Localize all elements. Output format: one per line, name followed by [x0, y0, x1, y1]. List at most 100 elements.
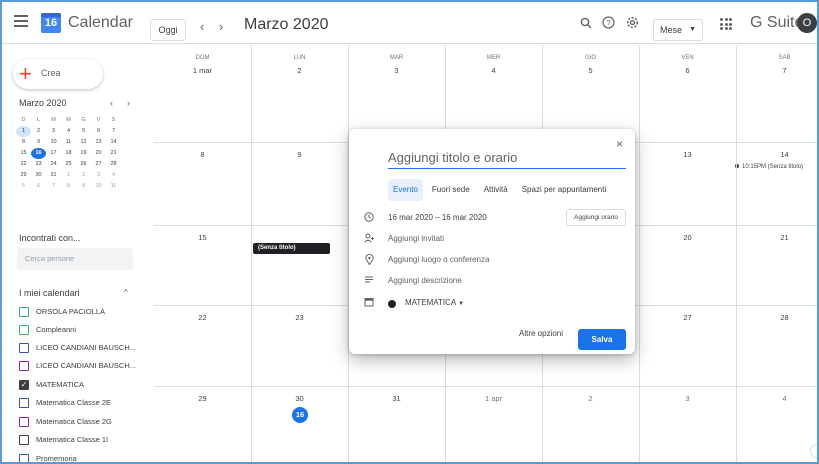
day-number[interactable]: 6 [639, 66, 736, 75]
add-guests-field[interactable]: Aggiungi invitati [388, 234, 444, 243]
day-number[interactable]: 7 [736, 66, 817, 75]
mini-day[interactable]: 29 [16, 170, 31, 181]
user-avatar[interactable]: O [797, 13, 817, 33]
day-number[interactable]: 3 [348, 66, 445, 75]
checkbox-icon[interactable] [19, 417, 29, 427]
tab-spazi-appuntamenti[interactable]: Spazi per appuntamenti [517, 179, 612, 201]
day-number[interactable]: 5 [542, 66, 639, 75]
checkbox-icon[interactable] [19, 361, 29, 371]
tab-fuori-sede[interactable]: Fuori sede [427, 179, 475, 201]
create-button[interactable]: + Crea [13, 59, 103, 89]
search-icon[interactable] [580, 16, 592, 32]
mini-day[interactable]: 18 [61, 148, 76, 159]
day-number[interactable]: 14 [736, 150, 817, 159]
mini-day[interactable]: 26 [76, 159, 91, 170]
settings-gear-icon[interactable] [626, 16, 639, 32]
mini-day[interactable]: 10 [91, 181, 106, 192]
checkbox-checked-icon[interactable]: ✓ [19, 380, 29, 390]
day-number[interactable]: 4 [445, 66, 542, 75]
mini-day[interactable]: 9 [31, 137, 46, 148]
prev-month-chevron-icon[interactable]: ‹ [200, 19, 204, 34]
mini-day[interactable]: 25 [61, 159, 76, 170]
mini-day[interactable]: 20 [91, 148, 106, 159]
add-location-field[interactable]: Aggiungi luogo o conferenza [388, 255, 489, 264]
event-title-input[interactable]: Aggiungi titolo e orario [388, 149, 626, 169]
side-panel-toggle[interactable] [810, 444, 817, 458]
main-menu-icon[interactable] [14, 15, 28, 27]
mini-day[interactable]: 15 [16, 148, 31, 159]
add-time-button[interactable]: Aggiungi orario [566, 209, 626, 226]
mini-day[interactable]: 24 [46, 159, 61, 170]
calendar-selector[interactable]: MATEMATICA ▼ [405, 298, 464, 307]
day-number[interactable]: 2 [251, 66, 348, 75]
day-number[interactable]: 29 [154, 394, 251, 403]
event-14-item[interactable]: 10:15PM (Senza titolo) [735, 164, 803, 170]
mini-day[interactable]: 17 [46, 148, 61, 159]
mini-day[interactable]: 19 [76, 148, 91, 159]
mini-day[interactable]: 5 [16, 181, 31, 192]
mini-day[interactable]: 10 [46, 137, 61, 148]
mini-day[interactable]: 1 [61, 170, 76, 181]
today-date-badge[interactable]: 16 [292, 407, 308, 423]
day-number[interactable]: 3 [639, 394, 736, 403]
checkbox-icon[interactable] [19, 435, 29, 445]
day-number[interactable]: 4 [736, 394, 817, 403]
view-selector[interactable]: Mese ▼ [653, 19, 703, 41]
mini-day[interactable]: 11 [106, 181, 121, 192]
mini-day[interactable]: 8 [16, 137, 31, 148]
mini-day[interactable]: 4 [61, 126, 76, 137]
more-options-button[interactable]: Altre opzioni [519, 329, 563, 338]
day-number[interactable]: 27 [639, 313, 736, 322]
mini-day[interactable]: 8 [61, 181, 76, 192]
day-number[interactable]: 8 [154, 150, 251, 159]
tab-attivita[interactable]: Attività [479, 179, 513, 201]
day-number[interactable]: 22 [154, 313, 251, 322]
mini-day[interactable]: 23 [31, 159, 46, 170]
collapse-chevron-icon[interactable]: ^ [124, 288, 128, 297]
day-number[interactable]: 15 [154, 233, 251, 242]
apps-grid-icon[interactable] [720, 18, 732, 30]
checkbox-icon[interactable] [19, 343, 29, 353]
day-number[interactable]: 1 mar [154, 66, 251, 75]
day-number[interactable]: 28 [736, 313, 817, 322]
mini-day[interactable]: 14 [106, 137, 121, 148]
mini-day[interactable]: 7 [46, 181, 61, 192]
mini-day[interactable]: 9 [76, 181, 91, 192]
day-number[interactable]: 31 [348, 394, 445, 403]
day-number[interactable]: 20 [639, 233, 736, 242]
draft-event-chip[interactable]: (Senza titolo) [253, 243, 330, 254]
mini-day[interactable]: 6 [31, 181, 46, 192]
tab-evento[interactable]: Evento [388, 179, 423, 201]
mini-day[interactable]: 28 [106, 159, 121, 170]
next-month-chevron-icon[interactable]: › [219, 19, 223, 34]
mini-day[interactable]: 3 [91, 170, 106, 181]
mini-day[interactable]: 7 [106, 126, 121, 137]
mini-day[interactable]: 2 [76, 170, 91, 181]
mini-day[interactable]: 31 [46, 170, 61, 181]
mini-day[interactable]: 3 [46, 126, 61, 137]
day-number[interactable]: 21 [736, 233, 817, 242]
mini-day[interactable]: 6 [91, 126, 106, 137]
mini-day[interactable]: 13 [91, 137, 106, 148]
mini-day[interactable]: 21 [106, 148, 121, 159]
checkbox-icon[interactable] [19, 454, 29, 462]
mini-day[interactable]: 5 [76, 126, 91, 137]
mini-day[interactable]: 16 [31, 148, 46, 159]
mini-day[interactable]: 4 [106, 170, 121, 181]
mini-prev-chevron-icon[interactable]: ‹ [110, 98, 113, 108]
mini-day[interactable]: 27 [91, 159, 106, 170]
day-number[interactable]: 23 [251, 313, 348, 322]
checkbox-icon[interactable] [19, 307, 29, 317]
search-people-input[interactable]: Cerca persone [17, 248, 133, 270]
mini-day[interactable]: 11 [61, 137, 76, 148]
mini-day[interactable]: 12 [76, 137, 91, 148]
save-button[interactable]: Salva [578, 329, 626, 350]
my-calendars-title[interactable]: I miei calendari [19, 288, 80, 298]
help-icon[interactable]: ? [602, 16, 615, 32]
today-button[interactable]: Oggi [150, 19, 186, 41]
date-range-text[interactable]: 16 mar 2020 – 16 mar 2020 [388, 213, 487, 222]
day-number[interactable]: 1 apr [445, 394, 542, 403]
checkbox-icon[interactable] [19, 325, 29, 335]
day-number[interactable]: 2 [542, 394, 639, 403]
mini-day[interactable]: 22 [16, 159, 31, 170]
